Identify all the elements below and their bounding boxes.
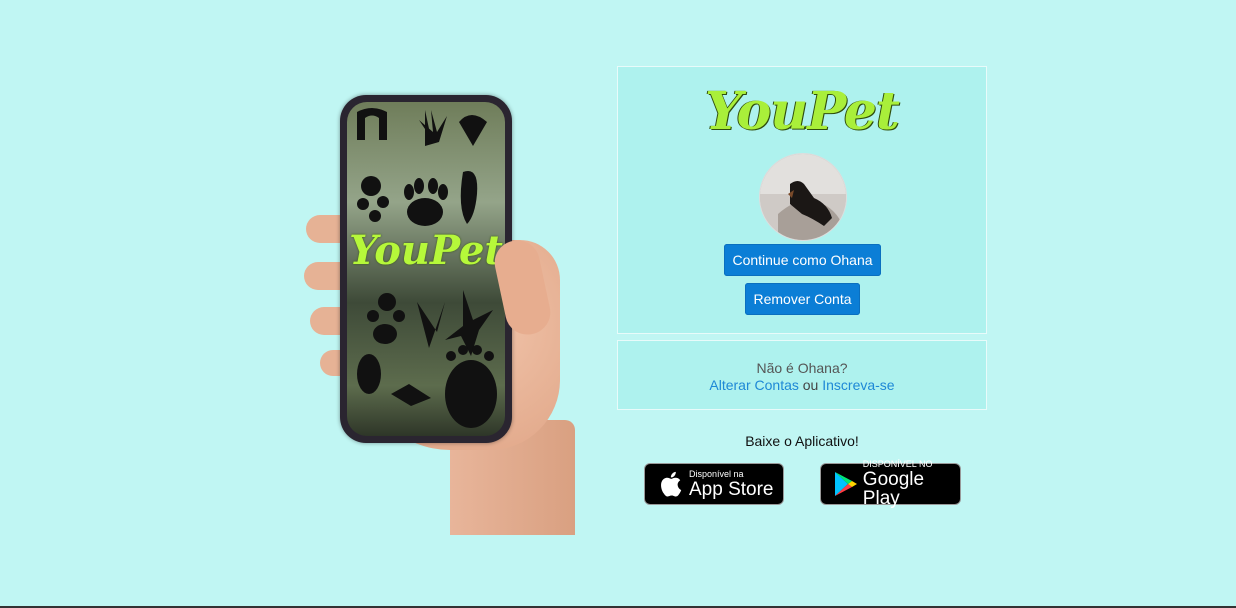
phone-brand-logo: YouPet <box>349 227 503 274</box>
login-panel: YouPet Continue como Ohana Remover Conta <box>617 66 987 334</box>
continue-button[interactable]: Continue como Ohana <box>724 244 881 276</box>
google-play-icon <box>829 471 863 497</box>
dog-photo <box>760 154 846 240</box>
or-text: ou <box>802 377 819 393</box>
youpet-logo: YouPet <box>705 81 900 142</box>
google-play-big-text: Google Play <box>862 469 925 509</box>
download-title: Baixe o Aplicativo! <box>745 433 859 449</box>
app-store-big-text: App Store <box>689 478 774 500</box>
phone-screen: YouPet <box>347 102 505 436</box>
apple-icon <box>653 471 689 497</box>
avatar <box>759 153 847 241</box>
google-play-badge[interactable]: DISPONÍVEL NO Google Play <box>820 459 961 509</box>
phone-hand-illustration: YouPet <box>300 90 580 535</box>
app-store-small-text: Disponível na <box>689 468 744 479</box>
signup-link[interactable]: Inscreva-se <box>822 377 894 393</box>
switch-account-panel: Não é Ohana? Alterar Contas ou Inscreva-… <box>617 340 987 410</box>
account-links: Alterar Contas ou Inscreva-se <box>618 377 986 393</box>
remove-account-button[interactable]: Remover Conta <box>745 283 860 315</box>
phone-mockup: YouPet <box>340 95 512 443</box>
switch-accounts-link[interactable]: Alterar Contas <box>709 377 798 393</box>
app-store-badge[interactable]: Disponível na App Store <box>644 463 784 505</box>
google-play-small-text: DISPONÍVEL NO <box>862 459 933 469</box>
not-user-text: Não é Ohana? <box>756 360 848 376</box>
